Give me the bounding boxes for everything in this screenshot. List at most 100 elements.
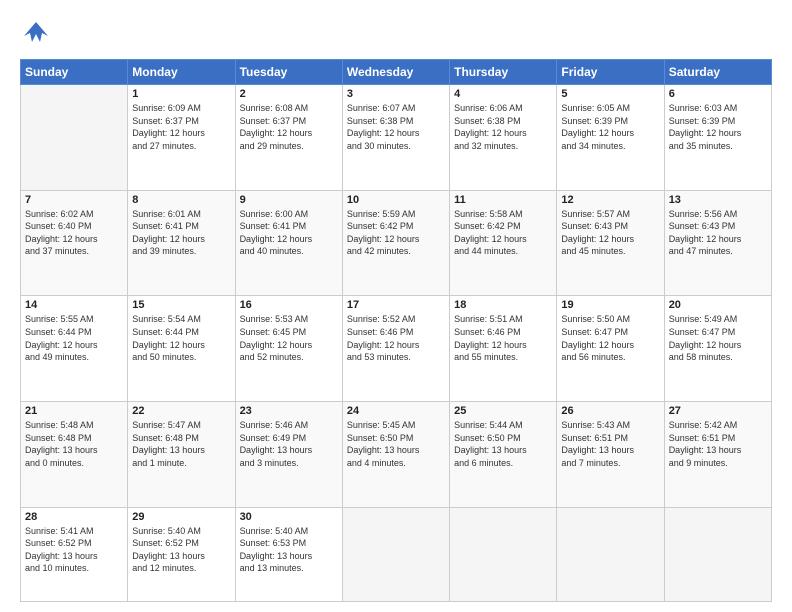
day-number: 16 (240, 299, 338, 311)
day-info: Sunrise: 6:08 AM Sunset: 6:37 PM Dayligh… (240, 102, 338, 152)
day-number: 20 (669, 299, 767, 311)
day-info: Sunrise: 5:42 AM Sunset: 6:51 PM Dayligh… (669, 419, 767, 469)
day-number: 19 (561, 299, 659, 311)
calendar-cell: 25 Sunrise: 5:44 AM Sunset: 6:50 PM Dayli… (450, 402, 557, 508)
logo (20, 18, 50, 51)
day-info: Sunrise: 5:48 AM Sunset: 6:48 PM Dayligh… (25, 419, 123, 469)
day-number: 30 (240, 511, 338, 523)
calendar-cell: 24 Sunrise: 5:45 AM Sunset: 6:50 PM Dayli… (342, 402, 449, 508)
day-info: Sunrise: 5:50 AM Sunset: 6:47 PM Dayligh… (561, 313, 659, 363)
day-number: 12 (561, 194, 659, 206)
calendar-cell: 7 Sunrise: 6:02 AM Sunset: 6:40 PM Daylig… (21, 190, 128, 296)
day-number: 21 (25, 405, 123, 417)
logo-text (20, 18, 50, 51)
day-number: 23 (240, 405, 338, 417)
day-info: Sunrise: 6:03 AM Sunset: 6:39 PM Dayligh… (669, 102, 767, 152)
calendar-cell: 14 Sunrise: 5:55 AM Sunset: 6:44 PM Dayli… (21, 296, 128, 402)
calendar-cell: 16 Sunrise: 5:53 AM Sunset: 6:45 PM Dayli… (235, 296, 342, 402)
calendar-cell: 30 Sunrise: 5:40 AM Sunset: 6:53 PM Dayli… (235, 507, 342, 601)
weekday-header-thursday: Thursday (450, 60, 557, 85)
calendar-cell: 22Sunrise: 5:47 AM Sunset: 6:48 PM Dayli… (128, 402, 235, 508)
calendar-cell (557, 507, 664, 601)
calendar-cell: 12 Sunrise: 5:57 AM Sunset: 6:43 PM Dayli… (557, 190, 664, 296)
day-info: Sunrise: 6:07 AM Sunset: 6:38 PM Dayligh… (347, 102, 445, 152)
calendar-cell: 13Sunrise: 5:56 AM Sunset: 6:43 PM Dayli… (664, 190, 771, 296)
day-info: Sunrise: 5:40 AM Sunset: 6:53 PM Dayligh… (240, 525, 338, 575)
day-info: Sunrise: 5:49 AM Sunset: 6:47 PM Dayligh… (669, 313, 767, 363)
calendar-cell: 8 Sunrise: 6:01 AM Sunset: 6:41 PM Daylig… (128, 190, 235, 296)
day-info: Sunrise: 6:00 AM Sunset: 6:41 PM Dayligh… (240, 208, 338, 258)
day-number: 10 (347, 194, 445, 206)
day-number: 6 (669, 88, 767, 100)
day-info: Sunrise: 6:05 AM Sunset: 6:39 PM Dayligh… (561, 102, 659, 152)
day-number: 17 (347, 299, 445, 311)
day-number: 1 (132, 88, 230, 100)
calendar-cell: 18Sunrise: 5:51 AM Sunset: 6:46 PM Dayli… (450, 296, 557, 402)
calendar-cell: 5 Sunrise: 6:05 AM Sunset: 6:39 PM Daylig… (557, 85, 664, 191)
day-number: 29 (132, 511, 230, 523)
calendar-cell: 10 Sunrise: 5:59 AM Sunset: 6:42 PM Dayli… (342, 190, 449, 296)
day-number: 18 (454, 299, 552, 311)
calendar-cell (450, 507, 557, 601)
calendar-cell: 27 Sunrise: 5:42 AM Sunset: 6:51 PM Dayli… (664, 402, 771, 508)
calendar-cell: 9 Sunrise: 6:00 AM Sunset: 6:41 PM Daylig… (235, 190, 342, 296)
day-info: Sunrise: 6:06 AM Sunset: 6:38 PM Dayligh… (454, 102, 552, 152)
day-info: Sunrise: 5:59 AM Sunset: 6:42 PM Dayligh… (347, 208, 445, 258)
calendar-cell: 17 Sunrise: 5:52 AM Sunset: 6:46 PM Dayli… (342, 296, 449, 402)
calendar-cell: 6 Sunrise: 6:03 AM Sunset: 6:39 PM Daylig… (664, 85, 771, 191)
day-info: Sunrise: 5:54 AM Sunset: 6:44 PM Dayligh… (132, 313, 230, 363)
day-number: 28 (25, 511, 123, 523)
day-number: 22 (132, 405, 230, 417)
calendar-cell: 23 Sunrise: 5:46 AM Sunset: 6:49 PM Dayli… (235, 402, 342, 508)
day-info: Sunrise: 5:40 AM Sunset: 6:52 PM Dayligh… (132, 525, 230, 575)
calendar-cell: 26 Sunrise: 5:43 AM Sunset: 6:51 PM Dayli… (557, 402, 664, 508)
logo-bird-icon (22, 18, 50, 46)
page-header (20, 18, 772, 51)
day-number: 14 (25, 299, 123, 311)
calendar-cell: 1 Sunrise: 6:09 AM Sunset: 6:37 PM Daylig… (128, 85, 235, 191)
calendar-cell: 20 Sunrise: 5:49 AM Sunset: 6:47 PM Dayli… (664, 296, 771, 402)
day-number: 24 (347, 405, 445, 417)
day-info: Sunrise: 6:02 AM Sunset: 6:40 PM Dayligh… (25, 208, 123, 258)
day-info: Sunrise: 6:01 AM Sunset: 6:41 PM Dayligh… (132, 208, 230, 258)
calendar-cell: 4Sunrise: 6:06 AM Sunset: 6:38 PM Daylig… (450, 85, 557, 191)
day-number: 5 (561, 88, 659, 100)
calendar-cell: 29 Sunrise: 5:40 AM Sunset: 6:52 PM Dayli… (128, 507, 235, 601)
day-number: 3 (347, 88, 445, 100)
calendar-cell: 11Sunrise: 5:58 AM Sunset: 6:42 PM Dayli… (450, 190, 557, 296)
day-number: 8 (132, 194, 230, 206)
day-number: 27 (669, 405, 767, 417)
day-info: Sunrise: 5:53 AM Sunset: 6:45 PM Dayligh… (240, 313, 338, 363)
day-info: Sunrise: 5:52 AM Sunset: 6:46 PM Dayligh… (347, 313, 445, 363)
weekday-header-friday: Friday (557, 60, 664, 85)
day-info: Sunrise: 6:09 AM Sunset: 6:37 PM Dayligh… (132, 102, 230, 152)
calendar-cell: 19 Sunrise: 5:50 AM Sunset: 6:47 PM Dayli… (557, 296, 664, 402)
calendar-cell: 28 Sunrise: 5:41 AM Sunset: 6:52 PM Dayli… (21, 507, 128, 601)
day-number: 2 (240, 88, 338, 100)
calendar-cell: 3 Sunrise: 6:07 AM Sunset: 6:38 PM Daylig… (342, 85, 449, 191)
day-info: Sunrise: 5:56 AM Sunset: 6:43 PM Dayligh… (669, 208, 767, 258)
weekday-header-sunday: Sunday (21, 60, 128, 85)
day-info: Sunrise: 5:46 AM Sunset: 6:49 PM Dayligh… (240, 419, 338, 469)
calendar-cell: 21 Sunrise: 5:48 AM Sunset: 6:48 PM Dayli… (21, 402, 128, 508)
weekday-header-wednesday: Wednesday (342, 60, 449, 85)
day-number: 9 (240, 194, 338, 206)
calendar-table: SundayMondayTuesdayWednesdayThursdayFrid… (20, 59, 772, 602)
day-info: Sunrise: 5:44 AM Sunset: 6:50 PM Dayligh… (454, 419, 552, 469)
day-number: 26 (561, 405, 659, 417)
day-info: Sunrise: 5:55 AM Sunset: 6:44 PM Dayligh… (25, 313, 123, 363)
day-number: 25 (454, 405, 552, 417)
day-info: Sunrise: 5:45 AM Sunset: 6:50 PM Dayligh… (347, 419, 445, 469)
calendar-cell (342, 507, 449, 601)
day-number: 15 (132, 299, 230, 311)
day-info: Sunrise: 5:43 AM Sunset: 6:51 PM Dayligh… (561, 419, 659, 469)
day-info: Sunrise: 5:41 AM Sunset: 6:52 PM Dayligh… (25, 525, 123, 575)
weekday-header-monday: Monday (128, 60, 235, 85)
day-info: Sunrise: 5:58 AM Sunset: 6:42 PM Dayligh… (454, 208, 552, 258)
calendar-cell (664, 507, 771, 601)
calendar-cell: 15 Sunrise: 5:54 AM Sunset: 6:44 PM Dayli… (128, 296, 235, 402)
day-number: 7 (25, 194, 123, 206)
day-info: Sunrise: 5:57 AM Sunset: 6:43 PM Dayligh… (561, 208, 659, 258)
weekday-header-saturday: Saturday (664, 60, 771, 85)
calendar-cell: 2 Sunrise: 6:08 AM Sunset: 6:37 PM Daylig… (235, 85, 342, 191)
